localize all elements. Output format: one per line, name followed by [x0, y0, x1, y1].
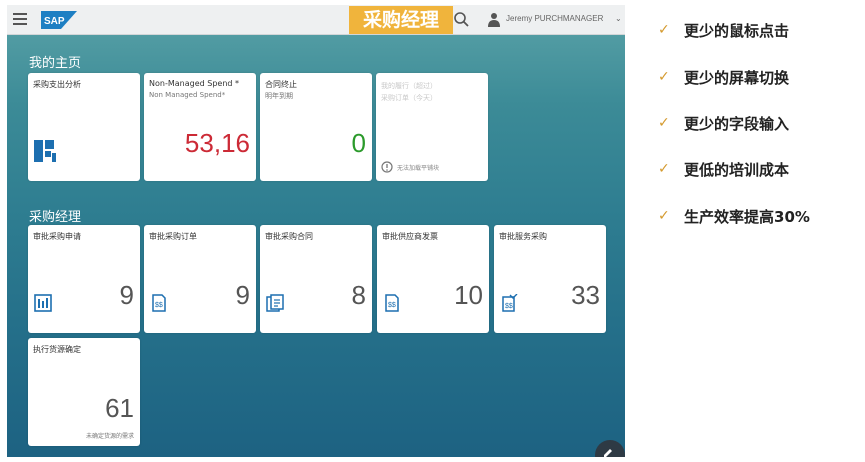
benefit-item: ✓ 更低的培训成本 — [658, 157, 789, 181]
search-icon[interactable] — [453, 11, 471, 29]
shell-bar: SAP 采购经理 Jeremy PURCHMANAGER ⌄ — [7, 5, 625, 35]
group-title-purchasing: 采购经理 — [29, 210, 82, 225]
pencil-icon — [604, 449, 612, 457]
benefit-text: 更少的字段输入 — [684, 114, 790, 133]
tile-title: 采购支出分析 — [33, 80, 81, 89]
tile-kpi-value: 53,16 — [184, 128, 250, 158]
tile-kpi-value: 0 — [351, 128, 366, 158]
requisition-icon — [34, 294, 52, 312]
fiori-launchpad: SAP 采购经理 Jeremy PURCHMANAGER ⌄ 我的主页 采购支出… — [7, 5, 625, 457]
sap-logo-text: SAP — [44, 16, 65, 27]
checkmark-icon: ✓ — [658, 22, 670, 38]
benefit-item: ✓ 更少的鼠标点击 — [658, 18, 789, 42]
edit-button[interactable] — [595, 440, 625, 457]
benefit-text: 更少的屏幕切换 — [684, 68, 790, 87]
benefit-text: 更低的培训成本 — [684, 160, 790, 179]
tile-subtitle: Non Managed Spend* — [149, 91, 226, 99]
user-name[interactable]: Jeremy PURCHMANAGER — [506, 14, 603, 23]
group-title-home: 我的主页 — [29, 56, 82, 71]
invoice-icon: $$ — [385, 294, 399, 312]
tile-count: 61 — [105, 393, 134, 423]
tile-count: 9 — [119, 280, 134, 310]
tile-procurement-spend[interactable]: 采购支出分析 — [28, 73, 140, 181]
svg-text:$$: $$ — [155, 302, 163, 309]
service-icon: $$ — [502, 294, 518, 312]
chevron-down-icon[interactable]: ⌄ — [615, 14, 622, 23]
sap-logo[interactable]: SAP — [41, 11, 77, 29]
page-title: 采购经理 — [349, 6, 453, 34]
tile-approve-service-purchases[interactable]: 审批服务采购 $$ 33 — [494, 225, 606, 333]
user-icon[interactable] — [487, 12, 501, 28]
tile-count: 10 — [454, 280, 483, 310]
contract-icon — [266, 294, 284, 312]
tile-approve-contracts[interactable]: 审批采购合同 8 — [260, 225, 372, 333]
tile-count: 9 — [235, 280, 250, 310]
tile-title: 审批采购申请 — [33, 232, 81, 241]
benefit-text: 更少的鼠标点击 — [684, 21, 790, 40]
tile-title: 审批采购订单 — [149, 232, 197, 241]
analytics-icon — [34, 140, 56, 162]
tile-title: Non-Managed Spend * — [149, 79, 240, 88]
tile-subtitle: 明年到期 — [265, 92, 293, 100]
tile-faded-text: 采购订单（今天） — [381, 94, 437, 102]
benefit-item: ✓ 更少的字段输入 — [658, 111, 789, 135]
checkmark-icon: ✓ — [658, 161, 670, 177]
tile-title: 审批服务采购 — [499, 232, 547, 241]
tile-unavailable[interactable]: 我的履行（超过） 采购订单（今天） 无法加载平铺块 — [376, 73, 488, 181]
tile-faded-text: 我的履行（超过） — [381, 82, 437, 90]
checkmark-icon: ✓ — [658, 115, 670, 131]
tile-source-determination[interactable]: 执行货源确定 61 未确定货源的需求 — [28, 338, 140, 446]
tile-count: 33 — [571, 280, 600, 310]
benefit-item: ✓ 生产效率提高30% — [658, 204, 810, 228]
tile-approve-purchase-orders[interactable]: 审批采购订单 $$ 9 — [144, 225, 256, 333]
svg-text:$$: $$ — [505, 303, 513, 310]
checkmark-icon: ✓ — [658, 208, 670, 224]
tile-title: 审批采购合同 — [265, 232, 313, 241]
tile-title: 合同终止 — [265, 80, 297, 89]
tile-non-managed-spend[interactable]: Non-Managed Spend * Non Managed Spend* 5… — [144, 73, 256, 181]
purchase-order-icon: $$ — [152, 294, 166, 312]
benefit-text: 生产效率提高30% — [684, 207, 810, 226]
tile-warning-text: 无法加载平铺块 — [397, 165, 440, 172]
warning-icon — [381, 161, 393, 173]
benefit-item: ✓ 更少的屏幕切换 — [658, 65, 789, 89]
tile-title: 审批供应商发票 — [382, 232, 438, 241]
checkmark-icon: ✓ — [658, 69, 670, 85]
tile-count: 8 — [351, 280, 366, 310]
tile-title: 执行货源确定 — [33, 345, 81, 354]
tile-contract-expiry[interactable]: 合同终止 明年到期 0 — [260, 73, 372, 181]
tile-approve-requisitions[interactable]: 审批采购申请 9 — [28, 225, 140, 333]
menu-icon[interactable] — [13, 13, 27, 25]
svg-text:$$: $$ — [388, 302, 396, 309]
tile-footer: 未确定货源的需求 — [85, 433, 134, 440]
tile-approve-supplier-invoices[interactable]: 审批供应商发票 $$ 10 — [377, 225, 489, 333]
